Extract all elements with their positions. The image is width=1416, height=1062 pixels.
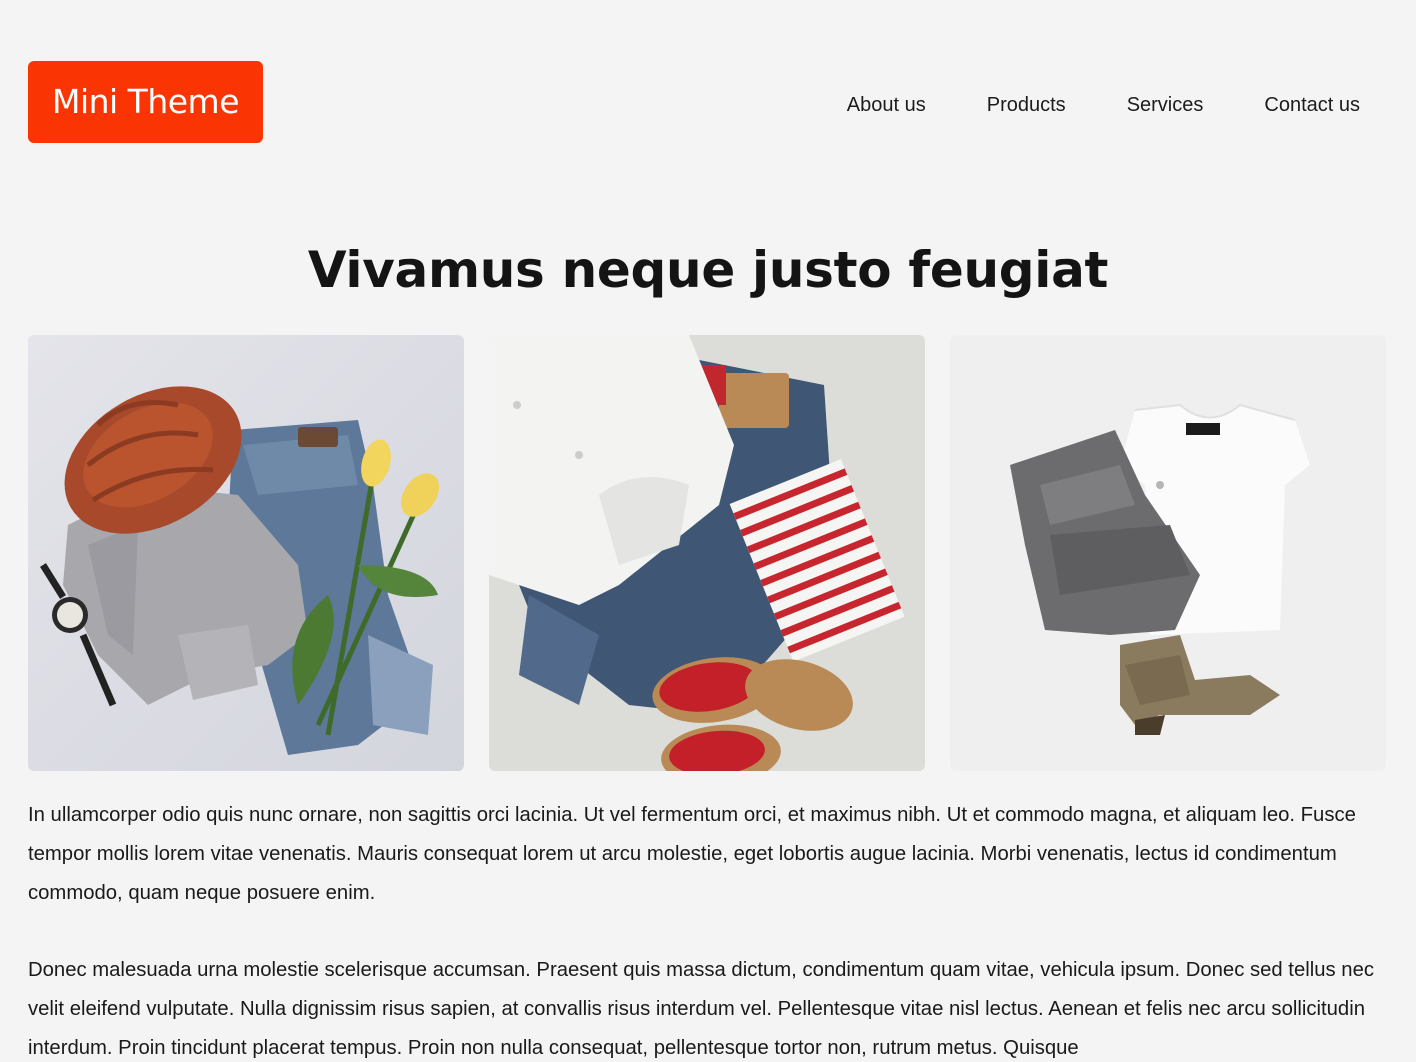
gallery-photo-jeans-tshirt-boot — [950, 335, 1386, 771]
body-paragraph: In ullamcorper odio quis nunc ornare, no… — [28, 804, 1356, 904]
body-paragraph: Donec malesuada urna molestie scelerisqu… — [28, 959, 1374, 1059]
nav-contact-us[interactable]: Contact us — [1264, 93, 1360, 117]
page-headline: Vivamus neque justo feugiat — [307, 241, 1109, 299]
gallery-photo-shirt-jeans-sandals — [489, 335, 925, 771]
nav-about-us[interactable]: About us — [847, 93, 926, 117]
nav-services[interactable]: Services — [1127, 93, 1204, 117]
site-logo[interactable]: Mini Theme — [28, 61, 263, 143]
nav-products[interactable]: Products — [987, 93, 1066, 117]
photo-gallery — [28, 335, 1386, 771]
main-nav: About us Products Services Contact us — [786, 93, 1360, 117]
gallery-photo-hat-sweater-jeans — [28, 335, 464, 771]
